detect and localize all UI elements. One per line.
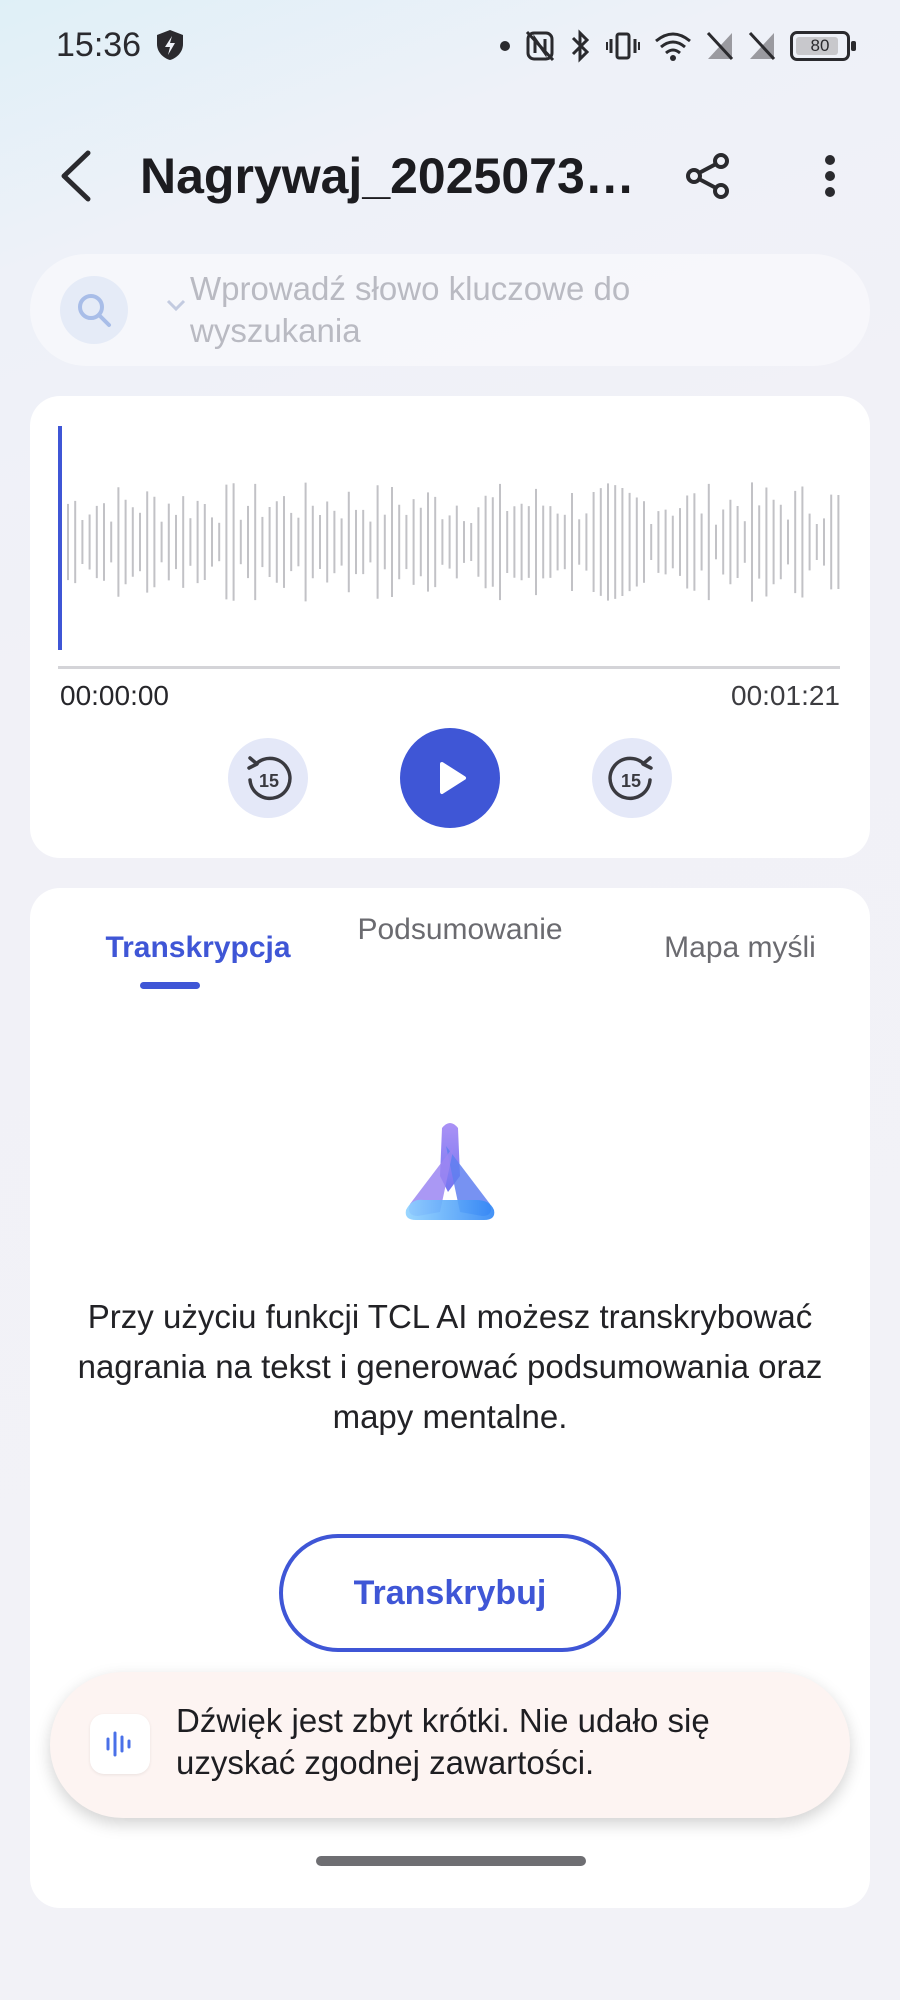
forward-15-button[interactable]: 15	[592, 738, 672, 818]
shield-icon	[157, 30, 183, 60]
share-button[interactable]	[678, 146, 738, 206]
bluetooth-icon	[571, 29, 590, 63]
status-time: 15:36	[56, 26, 142, 64]
progress-track[interactable]	[58, 666, 840, 669]
search-bar[interactable]: Wprowadź słowo kluczowe do wyszukania	[30, 254, 870, 366]
audio-player-card: 00:00:00 00:01:21 15 15	[30, 396, 870, 858]
current-time: 00:00:00	[60, 680, 169, 711]
wifi-icon	[655, 32, 691, 61]
search-icon[interactable]	[60, 276, 128, 344]
ai-info-text: Przy użyciu funkcji TCL AI możesz transk…	[77, 1298, 823, 1435]
forward-15-icon: 15	[608, 756, 653, 801]
vibrate-icon	[606, 32, 640, 60]
app-bar: Nagrywaj_20250731...	[0, 120, 900, 230]
rewind-seconds: 15	[259, 771, 279, 791]
chevron-left-icon	[61, 150, 91, 202]
search-input[interactable]: Wprowadź słowo kluczowe do wyszukania	[190, 268, 710, 352]
chevron-down-icon[interactable]	[166, 298, 186, 312]
total-time: 00:01:21	[731, 680, 840, 711]
no-sim-icon	[706, 31, 734, 61]
tcl-ai-logo-icon	[405, 1123, 495, 1220]
dot-icon	[500, 41, 510, 51]
playhead-cursor	[58, 426, 62, 650]
rewind-15-button[interactable]: 15	[228, 738, 308, 818]
share-icon	[686, 153, 729, 199]
forward-seconds: 15	[621, 771, 641, 791]
audio-wave-icon	[90, 1714, 150, 1774]
back-button[interactable]	[46, 146, 106, 206]
transcribe-button[interactable]: Transkrybuj	[279, 1534, 621, 1652]
status-bar: 15:36 80	[0, 0, 900, 90]
no-sim-icon-2	[748, 31, 776, 61]
more-options-button[interactable]	[800, 146, 860, 206]
play-button[interactable]	[400, 728, 500, 828]
status-icons: 80	[500, 28, 856, 64]
page-title: Nagrywaj_20250731...	[140, 148, 640, 204]
waveform[interactable]	[56, 426, 842, 650]
more-vertical-icon	[825, 155, 835, 197]
battery-icon: 80	[790, 31, 856, 61]
tab-mind-map[interactable]: Mapa myśli	[630, 930, 850, 966]
rewind-15-icon: 15	[247, 756, 292, 801]
battery-level: 80	[810, 36, 830, 55]
nfc-icon	[525, 30, 555, 62]
tab-active-indicator	[140, 982, 200, 989]
tab-summary[interactable]: Podsumowanie	[350, 912, 570, 948]
toast-text: Dźwięk jest zbyt krótki. Nie udało się u…	[176, 1702, 710, 1781]
tab-transcription[interactable]: Transkrypcja	[78, 930, 318, 966]
toast-message: Dźwięk jest zbyt krótki. Nie udało się u…	[50, 1672, 850, 1818]
play-icon	[440, 762, 466, 794]
home-indicator[interactable]	[316, 1856, 586, 1866]
